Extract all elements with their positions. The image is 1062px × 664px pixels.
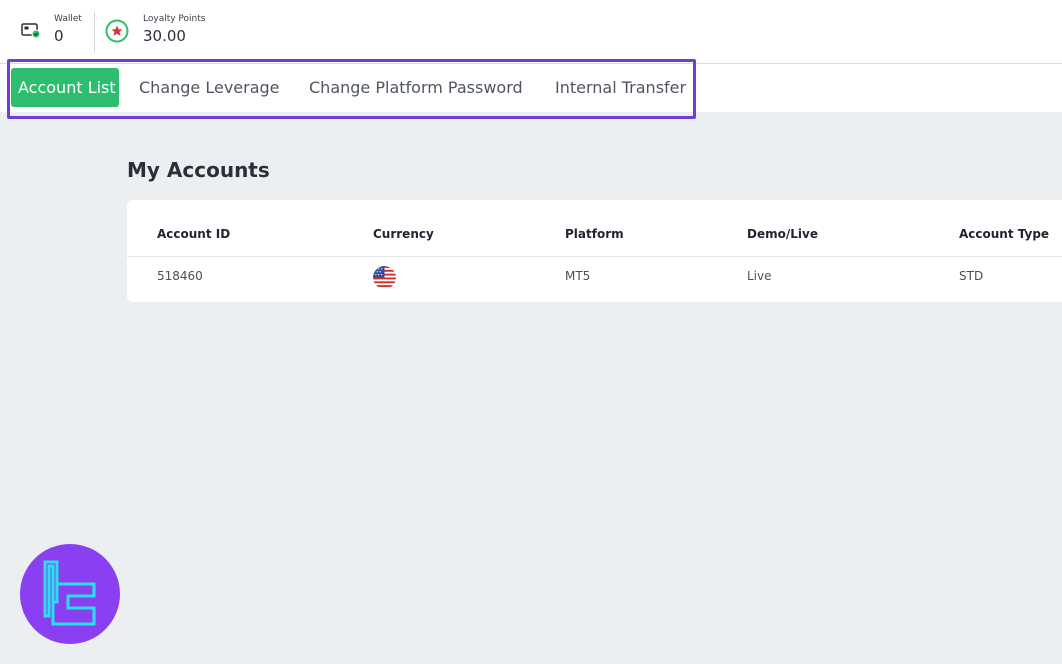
cell-account-id: 518460	[157, 269, 203, 283]
tab-change-leverage[interactable]: Change Leverage	[139, 68, 280, 107]
cell-platform: MT5	[565, 269, 591, 283]
column-header-account-type: Account Type	[959, 227, 1050, 241]
star-badge-icon	[105, 19, 129, 43]
loyalty-label: Loyalty Points	[143, 14, 206, 24]
wallet-value: 0	[54, 27, 64, 45]
page-title: My Accounts	[127, 158, 270, 182]
tab-internal-transfer[interactable]: Internal Transfer	[555, 68, 686, 107]
loyalty-stat[interactable]: Loyalty Points 30.00	[95, 0, 295, 64]
wallet-label: Wallet	[54, 14, 82, 24]
column-header-account-id: Account ID	[157, 227, 231, 241]
column-header-platform: Platform	[565, 227, 624, 241]
cell-demo-live: Live	[747, 269, 772, 283]
top-bar: Wallet 0 Loyalty Points 30.00	[0, 0, 1062, 64]
column-header-currency: Currency	[373, 227, 434, 241]
tab-account-list[interactable]: Account List	[11, 68, 119, 107]
wallet-stat[interactable]: Wallet 0	[0, 0, 94, 64]
column-header-demo-live: Demo/Live	[747, 227, 818, 241]
brand-logo	[20, 544, 120, 644]
wallet-icon	[21, 23, 41, 39]
cell-account-type: STD	[959, 269, 984, 283]
tab-change-platform-password[interactable]: Change Platform Password	[309, 68, 523, 107]
accounts-table: Account ID Currency Platform Demo/Live A…	[127, 200, 1062, 302]
table-divider	[127, 256, 1062, 257]
us-flag-icon	[373, 266, 396, 289]
loyalty-value: 30.00	[143, 27, 186, 45]
